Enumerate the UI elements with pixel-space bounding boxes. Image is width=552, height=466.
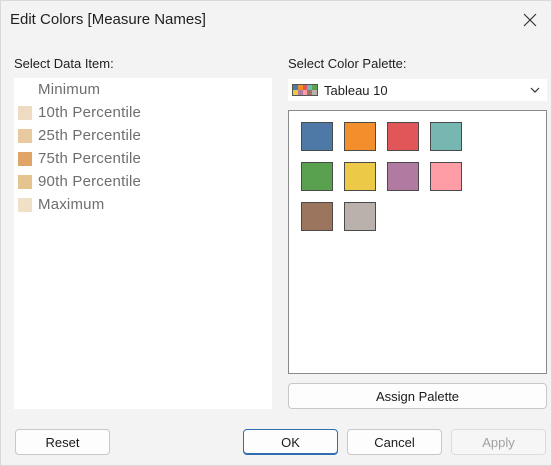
data-item-label: Minimum [38,81,101,98]
data-item-row[interactable]: Minimum [14,78,272,101]
palette-swatch[interactable] [344,122,376,151]
cancel-button[interactable]: Cancel [347,429,442,455]
title-bar: Edit Colors [Measure Names] [1,1,551,39]
dialog-title: Edit Colors [Measure Names] [10,11,206,28]
palette-swatch[interactable] [301,202,333,231]
palette-swatch[interactable] [301,162,333,191]
data-item-row[interactable]: 90th Percentile [14,170,272,193]
reset-button[interactable]: Reset [15,429,110,455]
data-item-row[interactable]: 25th Percentile [14,124,272,147]
palette-preview-icon [292,84,318,96]
apply-button[interactable]: Apply [451,429,546,455]
data-item-label: 25th Percentile [38,127,142,144]
close-button[interactable] [517,7,543,33]
data-item-swatch [18,82,32,97]
palette-swatch[interactable] [344,162,376,191]
data-item-label: 90th Percentile [38,173,142,190]
data-item-swatch [18,128,32,143]
data-item-label: 10th Percentile [38,104,142,121]
palette-swatch[interactable] [430,122,462,151]
select-color-palette-label: Select Color Palette: [288,56,407,71]
swatch-grid [301,122,462,231]
palette-dropdown[interactable]: Tableau 10 [288,79,547,101]
palette-swatch[interactable] [301,122,333,151]
select-data-item-label: Select Data Item: [14,56,114,71]
close-icon [523,13,537,27]
data-item-swatch [18,174,32,189]
data-item-row[interactable]: 10th Percentile [14,101,272,124]
data-item-swatch [18,151,32,166]
data-item-row[interactable]: 75th Percentile [14,147,272,170]
data-item-swatch [18,105,32,120]
data-item-label: Maximum [38,196,105,213]
palette-swatch[interactable] [387,162,419,191]
ok-button[interactable]: OK [243,429,338,455]
data-item-label: 75th Percentile [38,150,142,167]
data-item-swatch [18,197,32,212]
edit-colors-dialog: Edit Colors [Measure Names] Select Data … [0,0,552,466]
data-item-list[interactable]: Minimum 10th Percentile 25th Percentile 75t… [14,78,272,409]
palette-swatch[interactable] [430,162,462,191]
palette-swatch-panel [288,110,547,374]
palette-swatch[interactable] [344,202,376,231]
palette-swatch[interactable] [387,122,419,151]
chevron-down-icon [530,87,540,93]
palette-dropdown-value: Tableau 10 [324,82,388,98]
assign-palette-button[interactable]: Assign Palette [288,383,547,409]
data-item-row[interactable]: Maximum [14,193,272,216]
